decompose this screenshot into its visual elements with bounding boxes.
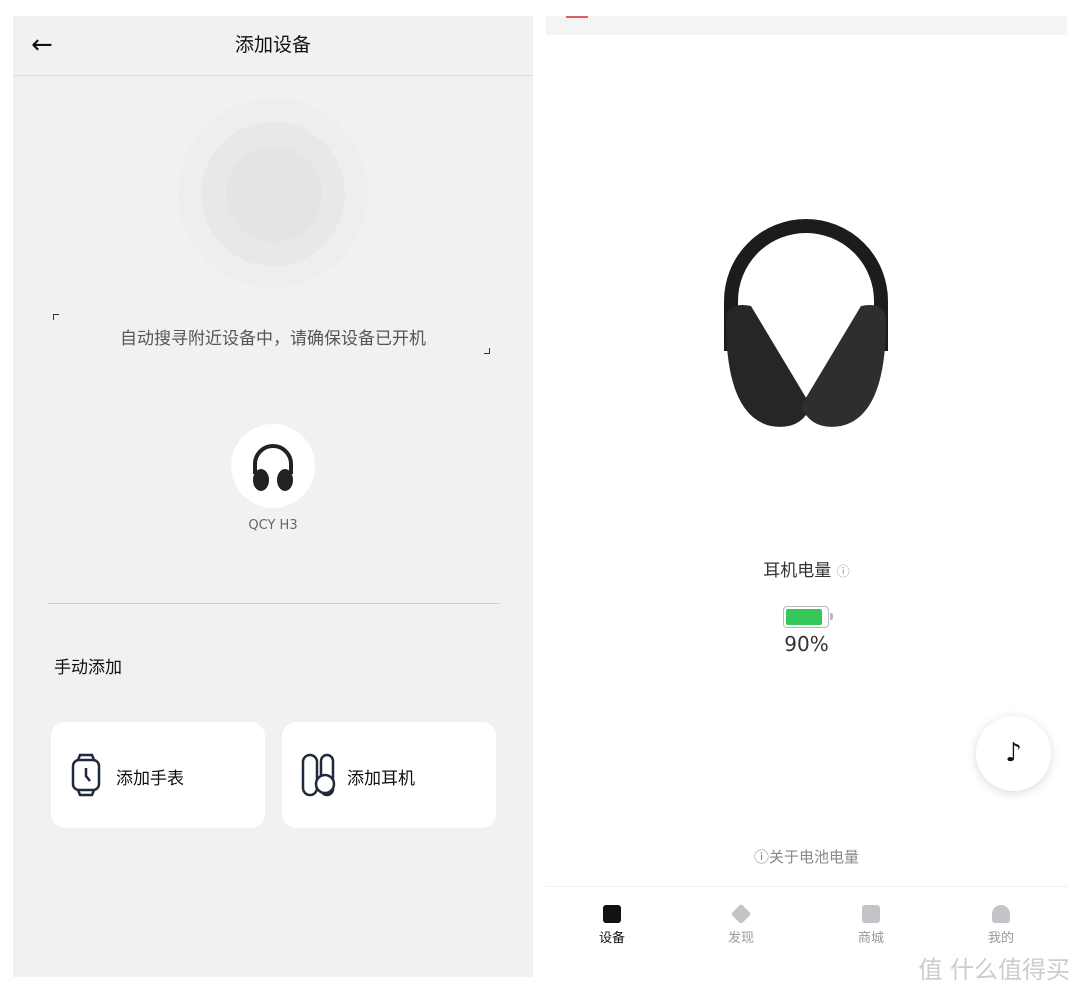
manual-add-title: 手动添加 <box>54 658 122 678</box>
battery-label: 耳机电量 ⓘ <box>546 556 1067 581</box>
add-earbuds-label: 添加耳机 <box>347 769 415 789</box>
add-watch-label: 添加手表 <box>116 769 184 789</box>
divider <box>48 603 499 604</box>
tab-shop[interactable]: 商城 <box>831 905 911 946</box>
add-earbuds-button[interactable]: 添加耳机 <box>282 722 496 828</box>
battery-percent: 90% <box>784 632 829 656</box>
device-icon <box>603 905 621 923</box>
tab-label: 我的 <box>987 931 1014 946</box>
watch-icon <box>71 753 101 797</box>
add-device-screen: ← 添加设备 自动搜寻附近设备中，请确保设备已开机 QCY H3 手动添加 添加… <box>13 16 533 977</box>
tab-discover[interactable]: 发现 <box>701 903 781 946</box>
device-screen: 耳机电量 ⓘ 90% ♪ ⓘ关于电池电量 设备 发现 商城 我的 <box>546 16 1067 994</box>
found-device-name: QCY H3 <box>248 518 298 533</box>
header: ← 添加设备 <box>13 16 533 76</box>
earbuds-icon <box>301 753 336 797</box>
headphones-image <box>724 219 888 427</box>
shop-icon <box>862 905 880 923</box>
tab-label: 商城 <box>857 931 884 946</box>
watermark: 值 什么值得买 <box>918 956 1070 984</box>
music-button[interactable]: ♪ <box>976 716 1051 791</box>
battery-indicator <box>783 606 833 628</box>
tab-me[interactable]: 我的 <box>961 905 1041 946</box>
radar-inner <box>226 146 322 242</box>
tab-label: 设备 <box>598 931 625 946</box>
about-battery-link[interactable]: ⓘ关于电池电量 <box>546 846 1067 867</box>
person-icon <box>992 905 1010 923</box>
top-bar <box>546 16 1067 35</box>
corner-mark <box>53 314 59 320</box>
found-device[interactable] <box>231 424 315 508</box>
battery-fill <box>786 609 822 625</box>
page-title: 添加设备 <box>234 34 311 56</box>
battery-label-text: 耳机电量 <box>763 561 832 581</box>
music-note-icon: ♪ <box>1005 738 1022 768</box>
search-status: 自动搜寻附近设备中，请确保设备已开机 <box>120 329 426 349</box>
tab-label: 发现 <box>727 931 754 946</box>
add-watch-button[interactable]: 添加手表 <box>51 722 265 828</box>
tab-device[interactable]: 设备 <box>572 905 652 946</box>
diamond-icon <box>730 903 752 925</box>
headphones-icon <box>253 444 293 491</box>
info-icon[interactable]: ⓘ <box>837 565 850 580</box>
